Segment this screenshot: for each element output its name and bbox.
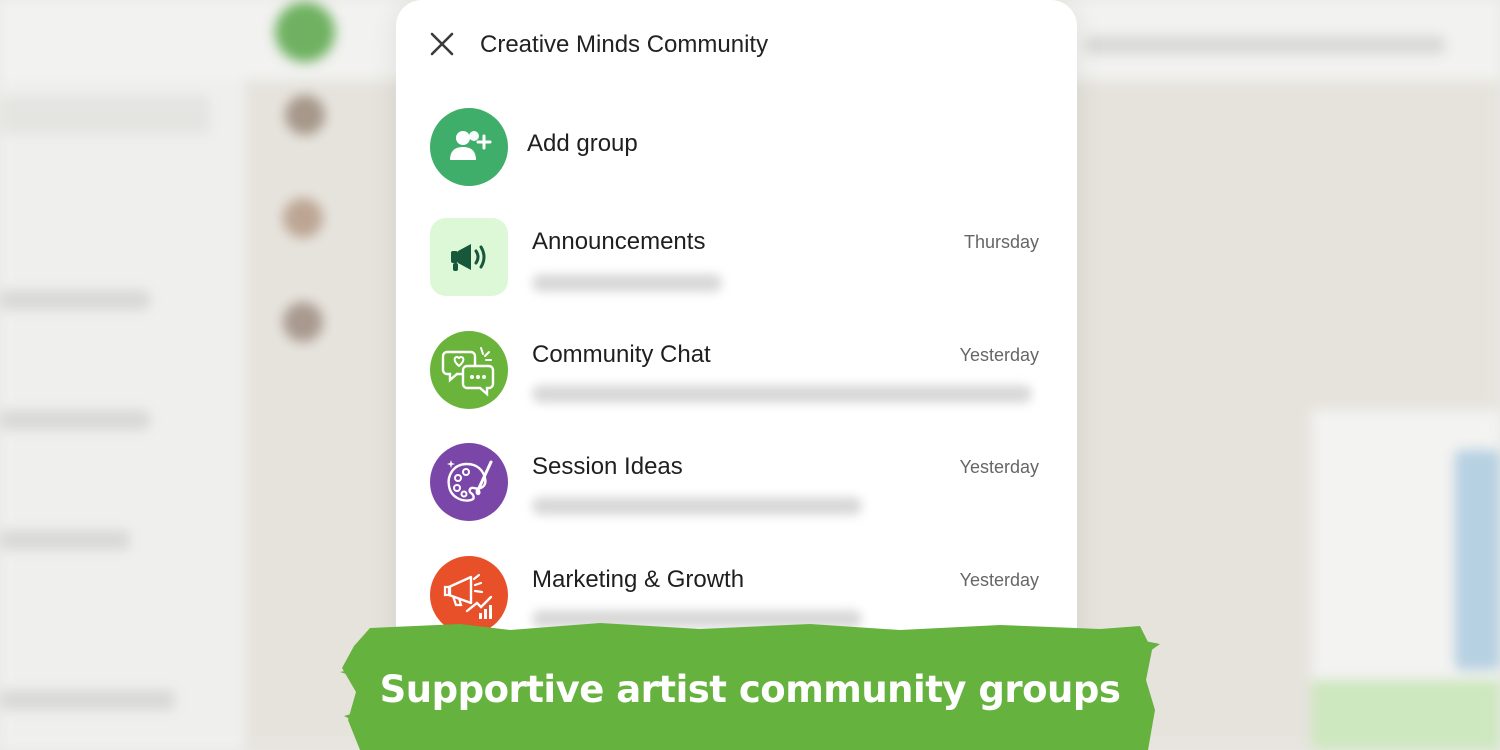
add-group-icon	[450, 131, 492, 160]
background-text	[0, 530, 130, 550]
megaphone-growth-icon	[443, 573, 493, 619]
blurred-preview	[532, 385, 1032, 403]
group-row-announcements[interactable]: Announcements Thursday	[396, 210, 1077, 320]
add-group-row[interactable]: Add group	[396, 98, 1077, 208]
group-time: Yesterday	[959, 457, 1039, 477]
megaphone-icon	[451, 244, 486, 271]
background-text	[0, 410, 150, 430]
group-name: Session Ideas	[532, 453, 683, 480]
dialog-title: Creative Minds Community	[480, 31, 769, 58]
background-avatar	[285, 95, 325, 135]
background-avatar	[283, 302, 323, 342]
close-button[interactable]	[426, 28, 458, 60]
palette-icon	[447, 460, 493, 502]
blurred-preview	[532, 497, 862, 515]
group-time: Thursday	[963, 232, 1039, 252]
group-name: Marketing & Growth	[532, 566, 745, 593]
group-name: Community Chat	[532, 341, 711, 368]
group-name: Announcements	[532, 228, 706, 255]
close-icon	[430, 32, 454, 56]
background-avatar	[275, 2, 335, 62]
blurred-preview	[532, 274, 722, 292]
background-avatar	[283, 198, 323, 238]
announcements-avatar	[430, 218, 508, 296]
add-group-avatar	[430, 108, 508, 186]
background-text	[1085, 36, 1445, 54]
background-text	[0, 290, 150, 310]
community-chat-avatar	[430, 331, 508, 409]
caption-text: Supportive artist community groups	[379, 668, 1121, 711]
chat-bubbles-icon	[441, 347, 495, 397]
group-time: Yesterday	[959, 570, 1039, 590]
group-row-community-chat[interactable]: Community Chat Yesterday	[396, 323, 1077, 433]
background-panel-block	[1455, 450, 1500, 670]
background-search	[0, 95, 210, 135]
group-time: Yesterday	[959, 345, 1039, 365]
session-ideas-avatar	[430, 443, 508, 521]
dialog-header: Creative Minds Community	[396, 0, 1077, 90]
add-group-label: Add group	[527, 130, 638, 157]
group-row-session-ideas[interactable]: Session Ideas Yesterday	[396, 435, 1077, 545]
